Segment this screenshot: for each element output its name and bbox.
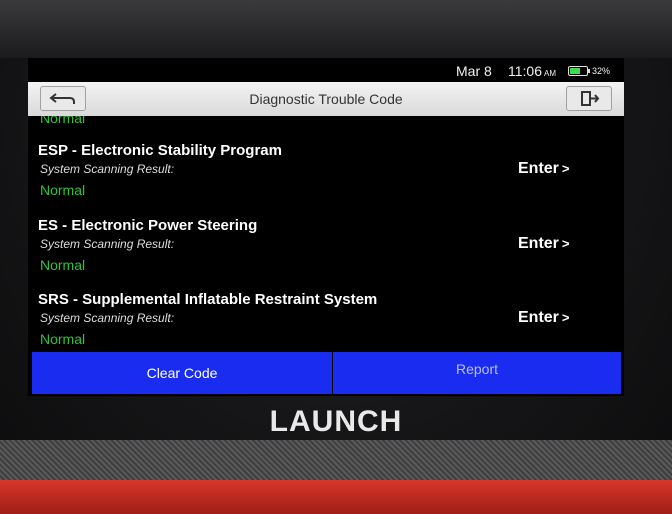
chevron-right-icon: > — [561, 310, 570, 325]
system-scan-label: System Scanning Result: — [40, 162, 175, 176]
enter-button[interactable]: Enter > — [518, 160, 570, 178]
status-time-value: 11:06 — [508, 63, 542, 79]
battery-fill — [570, 68, 580, 74]
battery-tip — [588, 69, 590, 73]
enter-label: Enter — [518, 309, 559, 326]
status-ampm: AM — [544, 69, 556, 78]
enter-button[interactable]: Enter > — [518, 309, 570, 327]
chevron-right-icon: > — [561, 236, 570, 251]
report-button[interactable]: Report — [333, 352, 621, 394]
battery-percent: 32% — [592, 66, 611, 76]
status-time: 11:06 AM — [508, 63, 556, 79]
exit-icon — [581, 91, 600, 106]
enter-label: Enter — [518, 160, 559, 177]
bezel-top — [0, 0, 672, 58]
system-status: Normal — [40, 182, 86, 198]
exit-button[interactable] — [566, 86, 612, 111]
page-title: Diagnostic Trouble Code — [249, 91, 403, 107]
list-item-es[interactable]: ES - Electronic Power Steering System Sc… — [28, 217, 624, 287]
system-list[interactable]: Normal ESP - Electronic Stability Progra… — [28, 116, 624, 352]
clear-code-button[interactable]: Clear Code — [32, 352, 332, 394]
enter-button[interactable]: Enter > — [518, 235, 570, 253]
device-red-edge — [0, 480, 672, 514]
title-bar: Diagnostic Trouble Code — [28, 82, 624, 116]
list-item-esp[interactable]: ESP - Electronic Stability Program Syste… — [28, 142, 624, 212]
device-grip-strip — [0, 440, 672, 480]
system-scan-label: System Scanning Result: — [40, 311, 175, 325]
system-scan-label: System Scanning Result: — [40, 237, 175, 251]
battery-icon — [568, 66, 590, 76]
system-status: Normal — [40, 257, 86, 273]
status-bar: Mar 8 11:06 AM 32% — [28, 58, 624, 82]
enter-label: Enter — [518, 235, 559, 252]
system-status: Normal — [40, 331, 86, 347]
top-item-status: Normal — [40, 116, 86, 126]
status-date: Mar 8 — [456, 63, 492, 79]
brand-logo: LAUNCH — [269, 405, 403, 438]
system-title: SRS - Supplemental Inflatable Restraint … — [38, 291, 378, 308]
system-title: ES - Electronic Power Steering — [38, 217, 258, 234]
device-screen: Mar 8 11:06 AM 32% Diagnostic Trouble Cod… — [28, 58, 624, 396]
chevron-right-icon: > — [561, 161, 570, 176]
list-item-srs[interactable]: SRS - Supplemental Inflatable Restraint … — [28, 291, 624, 352]
bottom-action-bar: Clear Code Report — [32, 352, 624, 394]
device-bezel: Mar 8 11:06 AM 32% Diagnostic Trouble Cod… — [0, 0, 672, 514]
system-title: ESP - Electronic Stability Program — [38, 142, 282, 159]
